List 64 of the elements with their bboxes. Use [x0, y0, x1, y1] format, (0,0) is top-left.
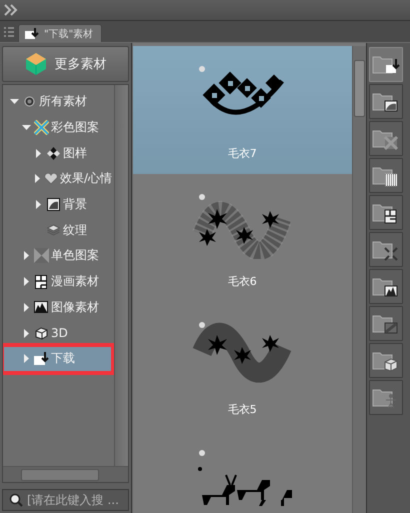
folder-button[interactable]	[368, 84, 403, 119]
expand-arrow-icon[interactable]	[22, 302, 30, 312]
category-icon	[35, 274, 47, 289]
tree-item[interactable]: 所有素材	[3, 89, 112, 115]
category-icon	[34, 120, 48, 136]
category-icon	[46, 146, 60, 160]
material-name: 毛衣5	[228, 402, 257, 417]
tree-item[interactable]: 背景	[3, 192, 112, 218]
material-tile[interactable]: 毛衣7	[133, 46, 352, 174]
expand-arrow-icon[interactable]	[22, 328, 30, 338]
tree-label: 图样	[63, 144, 87, 162]
tree-label: 图像素材	[51, 298, 99, 316]
category-icon	[44, 172, 58, 185]
expand-arrow-icon[interactable]	[34, 148, 42, 158]
category-icon	[34, 352, 48, 366]
horizontal-scrollbar[interactable]	[3, 466, 128, 482]
scrollbar[interactable]	[352, 46, 366, 513]
folder-button[interactable]	[368, 343, 403, 378]
category-icon	[34, 248, 48, 264]
tree-label: 背景	[63, 196, 87, 214]
collapse-arrow-icon[interactable]	[10, 97, 18, 106]
category-icon	[46, 224, 60, 236]
folder-button[interactable]	[368, 195, 403, 230]
more-materials-button[interactable]: 更多素材	[2, 46, 129, 82]
collapse-arrow-icon[interactable]	[22, 123, 30, 132]
tree-item[interactable]: 图像素材	[3, 294, 112, 320]
tree-item[interactable]: 纹理	[3, 217, 112, 244]
search-icon	[9, 493, 23, 507]
tree-item[interactable]: 漫画素材	[3, 268, 112, 294]
expand-arrow-icon[interactable]	[22, 354, 30, 364]
expand-arrow-icon[interactable]	[22, 251, 30, 260]
category-icon	[24, 96, 34, 108]
tree-label: 彩色图案	[51, 119, 99, 136]
folder-button[interactable]	[368, 158, 403, 193]
tree-label: 漫画素材	[51, 273, 99, 290]
tree-item[interactable]: 图样	[3, 140, 112, 166]
material-name: 毛衣6	[228, 274, 257, 289]
folder-button[interactable]	[368, 269, 403, 304]
expand-arrow-icon[interactable]	[33, 174, 42, 184]
tree-label: 3D	[51, 326, 68, 340]
download-folder-icon	[25, 28, 39, 40]
tree-item[interactable]: 单色图案	[3, 243, 112, 269]
tree-item[interactable]: 彩色图案	[3, 114, 112, 140]
panel-menu-icon[interactable]	[4, 27, 14, 37]
expand-arrow-icon[interactable]	[22, 277, 30, 286]
cube-icon	[24, 52, 46, 76]
panel-tab[interactable]: "下载"素材	[18, 24, 102, 42]
category-icon	[46, 198, 60, 212]
expand-icon[interactable]	[4, 4, 18, 16]
tree-label: 所有素材	[39, 93, 87, 110]
tree-item[interactable]: 效果/心情	[3, 166, 112, 192]
scrollbar[interactable]	[114, 85, 128, 466]
material-name: 毛衣7	[228, 146, 257, 161]
tree-label: 单色图案	[51, 247, 99, 264]
tree-item[interactable]: 下载	[3, 346, 112, 372]
expand-arrow-icon[interactable]	[34, 200, 42, 210]
search-field[interactable]: [请在此键入搜 ...	[2, 489, 129, 511]
folder-button[interactable]	[368, 47, 403, 82]
tree-label: 效果/心情	[60, 170, 112, 188]
tree-item[interactable]: 3D	[3, 320, 112, 346]
tree-label: 纹理	[63, 222, 87, 239]
category-icon	[34, 301, 48, 314]
tree-label: 下载	[51, 350, 75, 368]
category-icon	[34, 326, 48, 340]
